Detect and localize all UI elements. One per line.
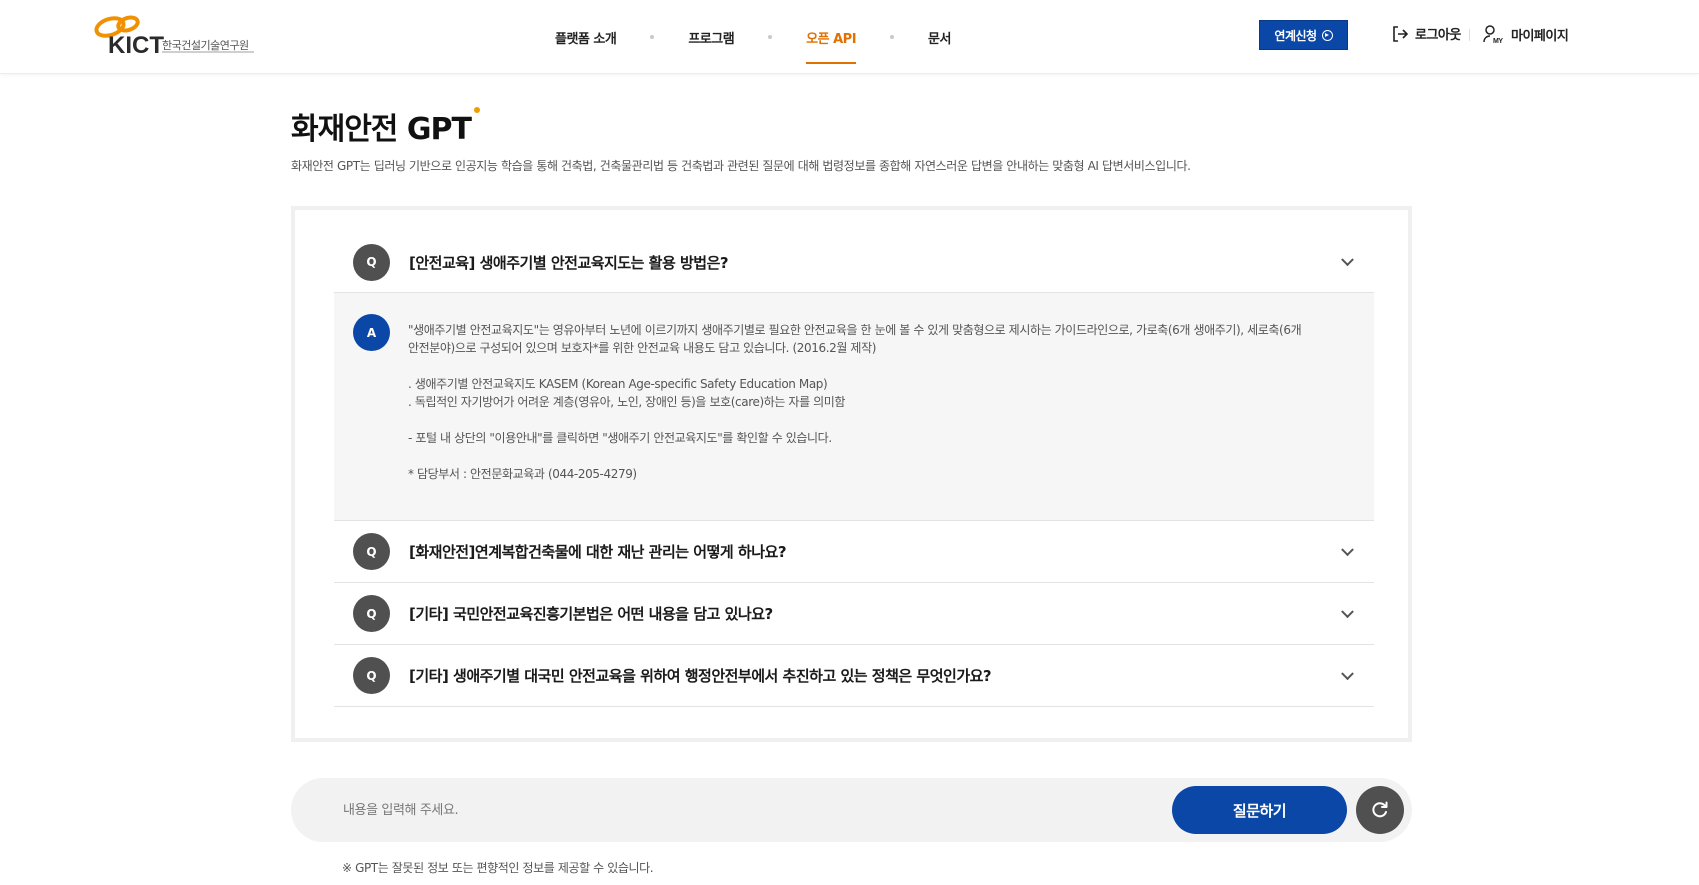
logout-link[interactable]: 로그아웃 xyxy=(1391,24,1461,43)
ask-button[interactable]: 질문하기 xyxy=(1172,786,1347,834)
apply-label: 연계신청 xyxy=(1274,28,1317,43)
nav-docs[interactable]: 문서 xyxy=(928,28,951,47)
faq-question-text: [안전교육] 생애주기별 안전교육지도는 활용 방법은? xyxy=(409,253,729,272)
answer-line: * 담당부서 : 안전문화교육과 (044-205-4279) xyxy=(408,467,637,481)
q-badge: Q xyxy=(353,533,390,570)
nav-program[interactable]: 프로그램 xyxy=(688,28,734,47)
answer-line: . 생애주기별 안전교육지도 KASEM (Korean Age-specifi… xyxy=(408,377,828,391)
faq-question-text: [화재안전]연계복합건축물에 대한 재난 관리는 어떻게 하나요? xyxy=(409,543,787,561)
a-badge: A xyxy=(353,314,390,351)
apply-button[interactable]: 연계신청 xyxy=(1259,20,1348,50)
logo-kict-text: KICT xyxy=(108,32,164,59)
faq-question-3[interactable]: Q [기타] 국민안전교육진흥기본법은 어떤 내용을 담고 있나요? xyxy=(334,583,1374,645)
faq-answer-1: A "생애주기별 안전교육지도"는 영유아부터 노년에 이르기까지 생애주기별로… xyxy=(334,292,1374,521)
answer-body: "생애주기별 안전교육지도"는 영유아부터 노년에 이르기까지 생애주기별로 필… xyxy=(408,321,1348,483)
util-divider xyxy=(1469,29,1470,41)
answer-line: - 포털 내 상단의 "이용안내"를 클릭하면 "생애주기 안전교육지도"를 확… xyxy=(408,431,832,445)
faq-question-1[interactable]: Q [안전교육] 생애주기별 안전교육지도는 활용 방법은? xyxy=(334,232,1374,292)
nav-separator-dot xyxy=(650,35,655,39)
chevron-down-icon[interactable] xyxy=(1341,542,1354,556)
nav-separator-dot xyxy=(890,35,895,39)
nav-separator-dot xyxy=(768,35,773,39)
answer-line: . 독립적인 자기방어가 어려운 계층(영유아, 노인, 장애인 등)을 보호(… xyxy=(408,395,846,409)
page-description: 화재안전 GPT는 딥러닝 기반으로 인공지능 학습을 통해 건축법, 건축물관… xyxy=(291,159,1191,173)
nav-platform-intro[interactable]: 플랫폼 소개 xyxy=(555,28,617,47)
chevron-down-icon[interactable] xyxy=(1341,253,1354,267)
logout-label: 로그아웃 xyxy=(1415,28,1461,43)
my-icon-text: MY xyxy=(1493,38,1503,44)
page-title-text: 화재안전 GPT xyxy=(291,112,472,147)
faq-question-4[interactable]: Q [기타] 생애주기별 대국민 안전교육을 위하여 행정안전부에서 추진하고 … xyxy=(334,645,1374,707)
mypage-link[interactable]: MY 마이페이지 xyxy=(1483,24,1569,44)
q-badge: Q xyxy=(353,657,390,694)
title-accent-dot xyxy=(473,107,480,113)
chevron-down-icon[interactable] xyxy=(1341,666,1354,680)
title-area: 화재안전 GPT xyxy=(291,104,480,148)
mypage-label: 마이페이지 xyxy=(1511,28,1569,44)
gpt-disclaimer: ※ GPT는 잘못된 정보 또는 편향적인 정보를 제공할 수 있습니다. xyxy=(342,861,654,875)
main-nav: 플랫폼 소개 프로그램 오픈 API 문서 xyxy=(555,0,951,74)
question-input-bar: 질문하기 xyxy=(291,778,1412,842)
user-icon: MY xyxy=(1483,25,1504,44)
logo-subline xyxy=(162,51,254,53)
answer-line: 안전분야)으로 구성되어 있으며 보호자*를 위한 안전교육 내용도 담고 있습… xyxy=(408,341,876,355)
nav-open-api[interactable]: 오픈 API xyxy=(806,28,857,64)
chevron-down-icon[interactable] xyxy=(1341,604,1354,618)
q-badge: Q xyxy=(353,243,390,281)
page-title: 화재안전 GPT xyxy=(291,104,480,148)
question-input[interactable] xyxy=(343,798,1123,822)
refresh-button[interactable] xyxy=(1356,786,1404,834)
refresh-icon xyxy=(1372,801,1388,818)
faq-list: Q [안전교육] 생애주기별 안전교육지도는 활용 방법은? A "생애주기별 … xyxy=(334,232,1374,707)
faq-question-2[interactable]: Q [화재안전]연계복합건축물에 대한 재난 관리는 어떻게 하나요? xyxy=(334,521,1374,583)
arrow-circle-icon xyxy=(1321,29,1333,41)
logout-icon xyxy=(1393,25,1409,42)
faq-question-text: [기타] 국민안전교육진흥기본법은 어떤 내용을 담고 있나요? xyxy=(409,605,773,623)
answer-line: "생애주기별 안전교육지도"는 영유아부터 노년에 이르기까지 생애주기별로 필… xyxy=(408,323,1302,337)
kict-logo[interactable]: KICT 한국건설기술연구원 xyxy=(90,14,260,59)
faq-question-text: [기타] 생애주기별 대국민 안전교육을 위하여 행정안전부에서 추진하고 있는… xyxy=(409,667,992,685)
faq-panel: Q [안전교육] 생애주기별 안전교육지도는 활용 방법은? A "생애주기별 … xyxy=(291,206,1412,742)
q-badge: Q xyxy=(353,595,390,632)
site-header: KICT 한국건설기술연구원 플랫폼 소개 프로그램 오픈 API 문서 연계신… xyxy=(0,0,1699,74)
